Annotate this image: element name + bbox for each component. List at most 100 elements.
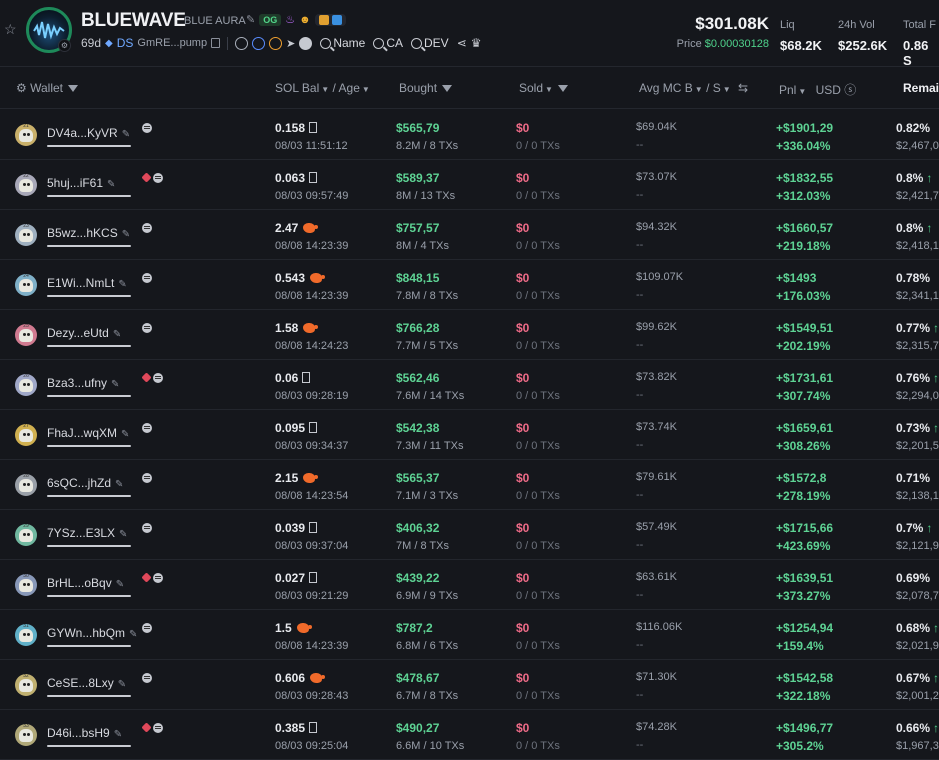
col-pnl[interactable]: Pnl ▼ USD ⓢ — [779, 81, 856, 98]
wallet-address[interactable]: 7YSz...E3LX ✎ — [47, 526, 127, 540]
edit-icon[interactable]: ✎ — [122, 129, 130, 140]
table-row[interactable]: 21 DV4a...KyVR ✎ 0.158 08/03 11:51:12 $56… — [0, 110, 939, 160]
col-avg-mc[interactable]: Avg MC B ▼ / S ▼ ⇆ — [639, 81, 748, 95]
wallet-address[interactable]: E1Wi...NmLt ✎ — [47, 276, 127, 290]
search-dev-button[interactable]: DEV — [411, 36, 449, 50]
table-row[interactable]: 28 6sQC...jhZd ✎ 2.15 08/08 14:23:54 $565… — [0, 460, 939, 510]
wallet-avatar[interactable]: 24 — [15, 274, 37, 296]
wallet-avatar[interactable]: 22 — [15, 174, 37, 196]
pnl-percent: +308.26% — [776, 439, 831, 453]
edit-icon[interactable]: ✎ — [121, 429, 129, 440]
wallet-avatar[interactable]: 32 — [15, 674, 37, 696]
edit-icon[interactable]: ✎ — [118, 279, 126, 290]
globe-icon[interactable] — [235, 36, 249, 50]
menu-icon[interactable] — [141, 673, 152, 683]
wallet-avatar[interactable]: 31 — [15, 624, 37, 646]
edit-icon[interactable]: ✎ — [122, 229, 130, 240]
warning-icon[interactable] — [269, 36, 283, 50]
edit-icon[interactable]: ✎ — [118, 679, 126, 690]
gear-icon[interactable]: ⚙ — [16, 81, 27, 95]
currency-toggle-icon[interactable]: ⓢ — [844, 83, 856, 97]
crown-icon[interactable]: ♛ — [471, 36, 482, 50]
col-bought[interactable]: Bought — [399, 81, 453, 95]
col-wallet[interactable]: ⚙ Wallet — [16, 81, 79, 95]
wallet-address[interactable]: BrHL...oBqv ✎ — [47, 576, 124, 590]
menu-icon[interactable] — [152, 723, 163, 733]
table-row[interactable]: 26 Bza3...ufny ✎ 0.06 08/03 09:28:19 $562… — [0, 360, 939, 410]
wallet-avatar[interactable]: 27 — [15, 424, 37, 446]
swap-icon[interactable]: ⇆ — [738, 81, 748, 95]
contract-address[interactable]: GmRE...pump — [137, 37, 207, 49]
table-row[interactable]: 32 CeSE...8Lxy ✎ 0.606 08/03 09:28:43 $47… — [0, 660, 939, 710]
copy-icon[interactable] — [211, 38, 221, 48]
token-logo[interactable]: ⚙ — [26, 7, 72, 53]
menu-icon[interactable] — [152, 373, 163, 383]
col-sol-bal[interactable]: SOL Bal ▼ / Age ▼ — [275, 81, 370, 95]
dexscreener-link[interactable]: DS — [117, 36, 134, 50]
token-tags: ✎ OG ♨ ☻ — [246, 13, 346, 26]
col-usd-label[interactable]: USD — [816, 83, 841, 97]
wallet-address[interactable]: CeSE...8Lxy ✎ — [47, 676, 126, 690]
menu-icon[interactable] — [152, 573, 163, 583]
table-row[interactable]: 22 5huj...iF61 ✎ 0.063 08/03 09:57:49 $58… — [0, 160, 939, 210]
menu-icon[interactable] — [141, 523, 152, 533]
filter-icon[interactable] — [442, 85, 453, 93]
wallet-address[interactable]: DV4a...KyVR ✎ — [47, 126, 130, 140]
menu-icon[interactable] — [141, 323, 152, 333]
table-row[interactable]: 33 D46i...bsH9 ✎ 0.385 08/03 09:25:04 $49… — [0, 710, 939, 760]
edit-icon[interactable]: ✎ — [246, 13, 255, 26]
table-row[interactable]: 31 GYWn...hbQm ✎ 1.5 08/08 14:23:39 $787,… — [0, 610, 939, 660]
filter-icon[interactable] — [68, 85, 79, 93]
edit-icon[interactable]: ✎ — [113, 329, 121, 340]
menu-icon[interactable] — [152, 173, 163, 183]
table-row[interactable]: 29 7YSz...E3LX ✎ 0.039 08/03 09:37:04 $40… — [0, 510, 939, 560]
wallet-address[interactable]: D46i...bsH9 ✎ — [47, 726, 122, 740]
wallet-avatar[interactable]: 28 — [15, 474, 37, 496]
wallet-address[interactable]: 5huj...iF61 ✎ — [47, 176, 115, 190]
menu-circle-icon[interactable] — [299, 36, 313, 50]
wallet-avatar[interactable]: 25 — [15, 324, 37, 346]
menu-icon[interactable] — [141, 223, 152, 233]
table-row[interactable]: 23 B5wz...hKCS ✎ 2.47 08/08 14:23:39 $757… — [0, 210, 939, 260]
wallet-avatar[interactable]: 33 — [15, 724, 37, 746]
menu-icon[interactable] — [141, 423, 152, 433]
edit-icon[interactable]: ✎ — [111, 379, 119, 390]
menu-icon[interactable] — [141, 123, 152, 133]
menu-icon[interactable] — [141, 273, 152, 283]
wallet-avatar[interactable]: 30 — [15, 574, 37, 596]
search-name-button[interactable]: Name — [320, 36, 365, 50]
wallet-address[interactable]: GYWn...hbQm ✎ — [47, 626, 137, 640]
edit-icon[interactable]: ✎ — [116, 579, 124, 590]
avg-mc-buy: $57.49K — [636, 521, 677, 533]
col-remaining[interactable]: Remain — [903, 81, 939, 95]
wallet-avatar[interactable]: 26 — [15, 374, 37, 396]
table-row[interactable]: 27 FhaJ...wqXM ✎ 0.095 08/03 09:34:37 $54… — [0, 410, 939, 460]
edit-icon[interactable]: ✎ — [129, 629, 137, 640]
table-row[interactable]: 24 E1Wi...NmLt ✎ 0.543 08/08 14:23:39 $84… — [0, 260, 939, 310]
wallet-address[interactable]: Bza3...ufny ✎ — [47, 376, 119, 390]
col-sold[interactable]: Sold ▼ — [519, 81, 568, 95]
wallet-address[interactable]: 6sQC...jhZd ✎ — [47, 476, 123, 490]
table-row[interactable]: 25 Dezy...eUtd ✎ 1.58 08/08 14:24:23 $766… — [0, 310, 939, 360]
menu-icon[interactable] — [141, 623, 152, 633]
edit-icon[interactable]: ✎ — [107, 179, 115, 190]
avg-mc-sell: -- — [636, 289, 644, 301]
edit-icon[interactable]: ✎ — [119, 529, 127, 540]
wallet-address[interactable]: B5wz...hKCS ✎ — [47, 226, 130, 240]
edit-icon[interactable]: ✎ — [114, 729, 122, 740]
table-row[interactable]: 30 BrHL...oBqv ✎ 0.027 08/03 09:21:29 $43… — [0, 560, 939, 610]
wallet-avatar[interactable]: 23 — [15, 224, 37, 246]
search-ca-button[interactable]: CA — [373, 36, 403, 50]
wallet-address[interactable]: Dezy...eUtd ✎ — [47, 326, 121, 340]
wallet-avatar[interactable]: 21 — [15, 124, 37, 146]
bought-detail: 8M / 4 TXs — [396, 240, 449, 252]
share-icon[interactable]: ⋖ — [457, 36, 467, 50]
edit-icon[interactable]: ✎ — [115, 479, 123, 490]
star-icon[interactable]: ☆ — [4, 22, 18, 36]
menu-icon[interactable] — [141, 473, 152, 483]
telegram-icon[interactable]: ➤ — [286, 37, 295, 50]
wallet-address[interactable]: FhaJ...wqXM ✎ — [47, 426, 129, 440]
filter-icon[interactable] — [557, 85, 568, 93]
user-icon[interactable] — [252, 36, 266, 50]
wallet-avatar[interactable]: 29 — [15, 524, 37, 546]
